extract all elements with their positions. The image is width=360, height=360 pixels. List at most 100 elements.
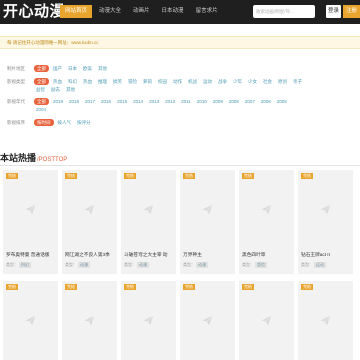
status-badge: 完结 <box>183 284 195 290</box>
login-button[interactable]: 登录 <box>326 5 341 18</box>
image-placeholder-icon <box>202 315 213 326</box>
filter-tag[interactable]: 2010 <box>195 98 209 105</box>
filter-label: 影视年代 <box>7 98 25 104</box>
card-title[interactable]: 网江湖之不良人第3季 <box>65 252 117 258</box>
filter-tag[interactable]: 全部 <box>34 98 49 105</box>
filter-tag[interactable]: 2011 <box>179 98 193 105</box>
filter-tag[interactable]: 其他 <box>64 86 77 93</box>
filter-year-wrap: 2004 <box>34 106 50 113</box>
filter-tag[interactable]: 少女 <box>246 78 259 85</box>
status-badge: 完结 <box>301 173 313 179</box>
top-navbar: 开心动漫 网站首页 动漫大全 动画片 日本动漫 留言求片 登录 注册 <box>0 0 360 24</box>
filter-tag[interactable]: 少年 <box>231 78 244 85</box>
filter-tag[interactable]: 国产 <box>51 65 64 72</box>
filter-tag[interactable]: 其他 <box>96 65 109 72</box>
card-title[interactable]: 黑色四叶草 <box>242 252 294 258</box>
video-card[interactable]: 完结 <box>180 281 235 360</box>
status-badge: 完结 <box>242 284 254 290</box>
filter-tag[interactable]: 热血 <box>81 78 94 85</box>
image-placeholder-icon <box>25 204 36 215</box>
filter-tag[interactable]: 2004 <box>34 106 48 113</box>
video-card[interactable]: 完结 斗破苍穹之大主宰 动 类型： 动漫 <box>121 170 176 274</box>
genre-tag[interactable]: 科幻 <box>19 262 31 268</box>
video-card[interactable]: 完结 钻石王牌act II 类型： 运动 <box>298 170 353 274</box>
video-card[interactable]: 完结 黑色四叶草 类型： 冒险 <box>239 170 294 274</box>
filter-tag[interactable]: 2018 <box>67 98 81 105</box>
status-badge: 完结 <box>65 284 77 290</box>
filter-tag[interactable]: 2006 <box>259 98 273 105</box>
search-input[interactable] <box>256 6 314 17</box>
card-meta: 类型： 冒险 <box>242 262 267 268</box>
filter-tag[interactable]: 热血 <box>51 78 64 85</box>
filter-tag[interactable]: 2005 <box>275 98 289 105</box>
image-placeholder-icon <box>202 204 213 215</box>
filter-tag[interactable]: 按时间 <box>34 119 54 126</box>
filter-tag[interactable]: 搞笑 <box>111 78 124 85</box>
filter-tag[interactable]: 2008 <box>227 98 241 105</box>
filter-tag[interactable]: 按人气 <box>56 119 74 126</box>
filter-tag[interactable]: 原创 <box>276 78 289 85</box>
filter-tag[interactable]: 推理 <box>96 78 109 85</box>
genre-tag[interactable]: 动漫 <box>78 262 90 268</box>
video-card[interactable]: 完结 <box>3 281 58 360</box>
filter-tag[interactable]: 萝莉 <box>141 78 154 85</box>
filter-tag[interactable]: 2013 <box>147 98 161 105</box>
filter-tag[interactable]: 按评分 <box>75 119 93 126</box>
filter-tag[interactable]: 冒险 <box>126 78 139 85</box>
card-title[interactable]: 斗破苍穹之大主宰 动 <box>124 252 176 258</box>
filter-tag[interactable]: 校园 <box>156 78 169 85</box>
filter-tag[interactable]: 机战 <box>186 78 199 85</box>
card-meta: 类型： 动漫 <box>183 262 208 268</box>
filter-tag[interactable]: 亲子 <box>291 78 304 85</box>
nav-cartoons[interactable]: 动画片 <box>128 5 155 18</box>
filter-tag[interactable]: 2007 <box>243 98 257 105</box>
filter-tag[interactable]: 社会 <box>261 78 274 85</box>
search-box[interactable] <box>253 5 315 18</box>
video-card[interactable]: 完结 <box>239 281 294 360</box>
nav-request[interactable]: 留言求片 <box>191 5 223 18</box>
filter-tag[interactable]: 2019 <box>51 98 65 105</box>
card-title[interactable]: 万界神主 <box>183 252 235 258</box>
video-card[interactable]: 完结 <box>298 281 353 360</box>
genre-tag[interactable]: 动漫 <box>137 262 149 268</box>
nav-anime-all[interactable]: 动漫大全 <box>94 5 126 18</box>
genre-tag[interactable]: 动漫 <box>196 262 208 268</box>
filter-tag[interactable]: 2014 <box>131 98 145 105</box>
filter-tag[interactable]: 2016 <box>99 98 113 105</box>
filter-tag[interactable]: 励志 <box>49 86 62 93</box>
filter-tag[interactable]: 动作 <box>171 78 184 85</box>
video-card[interactable]: 完结 网江湖之不良人第3季 类型： 动漫 <box>62 170 117 274</box>
section-header: 本站热播 /POSTTOP <box>0 152 67 164</box>
filter-tag[interactable]: 全部 <box>34 65 49 72</box>
notice-bar: 每 请记住开心动漫网唯一网址：www.kxdm.cc <box>0 36 360 49</box>
filter-tag[interactable]: 2012 <box>163 98 177 105</box>
register-button[interactable]: 注册 <box>343 5 360 18</box>
filter-tag[interactable]: 全部 <box>34 78 49 85</box>
filter-tag[interactable]: 战争 <box>216 78 229 85</box>
nav-japanese-anime[interactable]: 日本动漫 <box>157 5 189 18</box>
status-badge: 完结 <box>242 173 254 179</box>
video-card[interactable]: 完结 <box>62 281 117 360</box>
filter-tag[interactable]: 2009 <box>211 98 225 105</box>
filter-tag[interactable]: 益智 <box>34 86 47 93</box>
card-title[interactable]: 罗布奥特曼 普通话版 <box>6 252 58 258</box>
filter-tag[interactable]: 2017 <box>83 98 97 105</box>
image-placeholder-icon <box>261 315 272 326</box>
genre-tag[interactable]: 冒险 <box>255 262 267 268</box>
genre-tag[interactable]: 运动 <box>314 262 326 268</box>
nav-home[interactable]: 网站首页 <box>60 5 93 18</box>
filter-tag[interactable]: 2015 <box>115 98 129 105</box>
site-logo[interactable]: 开心动漫 <box>3 2 65 20</box>
card-title[interactable]: 钻石王牌act II <box>301 252 353 258</box>
filter-tag[interactable]: 科幻 <box>66 78 79 85</box>
filter-tag[interactable]: 运动 <box>201 78 214 85</box>
video-card[interactable]: 完结 万界神主 类型： 动漫 <box>180 170 235 274</box>
filter-label: 影视排序 <box>7 119 25 125</box>
filter-tag[interactable]: 日本 <box>66 65 79 72</box>
filter-tag[interactable]: 欧美 <box>81 65 94 72</box>
filter-label: 制片地区 <box>7 65 25 71</box>
video-card[interactable]: 完结 罗布奥特曼 普通话版 类型： 科幻 <box>3 170 58 274</box>
image-placeholder-icon <box>320 315 331 326</box>
video-card[interactable]: 完结 <box>121 281 176 360</box>
image-placeholder-icon <box>143 315 154 326</box>
